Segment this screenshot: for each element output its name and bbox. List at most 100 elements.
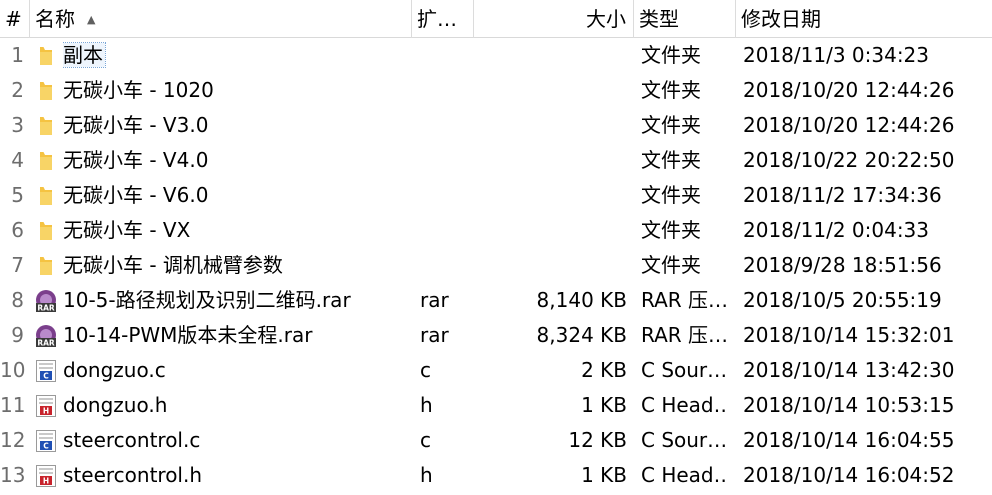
file-size xyxy=(475,143,627,178)
row-index: 8 xyxy=(11,288,24,312)
svg-text:H: H xyxy=(43,407,49,416)
file-ext xyxy=(420,213,470,248)
file-size xyxy=(475,73,627,108)
file-type: C Sour… xyxy=(641,358,728,382)
file-ext: rar xyxy=(420,323,449,347)
file-modified: 2018/11/2 0:04:33 xyxy=(743,218,930,242)
file-row[interactable]: 12 Csteercontrol.c c 12 KB C Sour… 2018/10/14… xyxy=(0,423,992,458)
row-index: 11 xyxy=(0,393,26,417)
file-name[interactable]: 无碳小车 - VX xyxy=(63,213,408,248)
file-size xyxy=(475,213,627,248)
file-type: RAR 压… xyxy=(641,288,729,312)
c-header-file-icon: H xyxy=(34,464,58,488)
file-type: C Head… xyxy=(641,393,729,417)
file-name[interactable]: 无碳小车 - V6.0 xyxy=(63,178,408,213)
file-row[interactable]: 6 无碳小车 - VX 文件夹 2018/11/2 0:04:33 xyxy=(0,213,992,248)
file-row[interactable]: 5 无碳小车 - V6.0 文件夹 2018/11/2 17:34:36 xyxy=(0,178,992,213)
file-type: 文件夹 xyxy=(641,113,701,137)
row-index: 6 xyxy=(11,218,24,242)
file-name[interactable]: steercontrol.c xyxy=(63,423,408,458)
file-modified: 2018/10/20 12:44:26 xyxy=(743,78,955,102)
file-size: 8,140 KB xyxy=(536,288,627,312)
column-header-bar: # 名称 ▲ 扩… 大小 类型 修改日期 xyxy=(0,0,992,38)
c-source-file-icon: C xyxy=(34,429,58,453)
file-type: 文件夹 xyxy=(641,218,701,242)
column-header-size[interactable]: 大小 xyxy=(474,0,634,38)
file-modified: 2018/11/2 17:34:36 xyxy=(743,183,942,207)
row-index: 4 xyxy=(11,148,24,172)
file-ext: c xyxy=(420,428,431,452)
column-header-ext[interactable]: 扩… xyxy=(412,0,474,38)
file-ext: h xyxy=(420,463,433,487)
row-index: 9 xyxy=(11,323,24,347)
file-type: RAR 压… xyxy=(641,323,729,347)
file-size: 2 KB xyxy=(581,358,627,382)
file-modified: 2018/10/14 10:53:15 xyxy=(743,393,955,417)
column-header-modified[interactable]: 修改日期 xyxy=(736,0,992,38)
column-header-name[interactable]: 名称 ▲ xyxy=(30,0,412,38)
file-row[interactable]: 4 无碳小车 - V4.0 文件夹 2018/10/22 20:22:50 xyxy=(0,143,992,178)
file-ext xyxy=(420,143,470,178)
file-name[interactable]: dongzuo.h xyxy=(63,388,408,423)
folder-icon xyxy=(34,184,58,208)
file-row[interactable]: 3 无碳小车 - V3.0 文件夹 2018/10/20 12:44:26 xyxy=(0,108,992,143)
folder-icon xyxy=(34,44,58,68)
file-row[interactable]: 7 无碳小车 - 调机械臂参数 文件夹 2018/9/28 18:51:56 xyxy=(0,248,992,283)
file-name[interactable]: 副本 xyxy=(63,38,408,73)
file-name[interactable]: 10-5-路径规划及识别二维码.rar xyxy=(63,283,408,318)
file-list: # 名称 ▲ 扩… 大小 类型 修改日期 1 副本 文件夹 2018/11/3 0:34… xyxy=(0,0,992,495)
file-row[interactable]: 11 Hdongzuo.h h 1 KB C Head… 2018/10/14 10:53… xyxy=(0,388,992,423)
file-type: 文件夹 xyxy=(641,148,701,172)
column-header-type[interactable]: 类型 xyxy=(634,0,736,38)
folder-icon xyxy=(34,254,58,278)
file-name[interactable]: 10-14-PWM版本未全程.rar xyxy=(63,318,408,353)
file-ext xyxy=(420,73,470,108)
folder-icon xyxy=(34,79,58,103)
file-name[interactable]: 无碳小车 - 调机械臂参数 xyxy=(63,248,408,283)
file-ext xyxy=(420,38,470,73)
file-modified: 2018/10/14 16:04:52 xyxy=(743,463,955,487)
row-index: 5 xyxy=(11,183,24,207)
file-modified: 2018/10/14 16:04:55 xyxy=(743,428,955,452)
file-ext xyxy=(420,178,470,213)
file-rows: 1 副本 文件夹 2018/11/3 0:34:23 2 无碳小车 - 1020 文件夹 20… xyxy=(0,38,992,493)
file-modified: 2018/9/28 18:51:56 xyxy=(743,253,942,277)
file-type: C Head… xyxy=(641,463,729,487)
file-row[interactable]: 2 无碳小车 - 1020 文件夹 2018/10/20 12:44:26 xyxy=(0,73,992,108)
row-index: 10 xyxy=(0,358,26,382)
file-modified: 2018/10/14 13:42:30 xyxy=(743,358,955,382)
sort-ascending-icon: ▲ xyxy=(87,13,96,26)
file-size xyxy=(475,178,627,213)
file-name[interactable]: steercontrol.h xyxy=(63,458,408,493)
row-index: 7 xyxy=(11,253,24,277)
rar-archive-icon: RAR xyxy=(34,289,58,313)
folder-icon xyxy=(34,219,58,243)
folder-icon xyxy=(34,114,58,138)
file-name[interactable]: dongzuo.c xyxy=(63,353,408,388)
rar-archive-icon: RAR xyxy=(34,324,58,348)
file-modified: 2018/10/5 20:55:19 xyxy=(743,288,942,312)
file-row[interactable]: 1 副本 文件夹 2018/11/3 0:34:23 xyxy=(0,38,992,73)
file-row[interactable]: 8 RAR 10-5-路径规划及识别二维码.rar rar 8,140 KB RAR 压…… xyxy=(0,283,992,318)
row-index: 2 xyxy=(11,78,24,102)
file-size xyxy=(475,108,627,143)
file-name[interactable]: 无碳小车 - 1020 xyxy=(63,73,408,108)
file-name[interactable]: 无碳小车 - V4.0 xyxy=(63,143,408,178)
file-row[interactable]: 13 Hsteercontrol.h h 1 KB C Head… 2018/10/14 … xyxy=(0,458,992,493)
svg-text:RAR: RAR xyxy=(37,339,55,348)
file-modified: 2018/10/20 12:44:26 xyxy=(743,113,955,137)
file-size: 1 KB xyxy=(581,463,627,487)
file-modified: 2018/11/3 0:34:23 xyxy=(743,43,930,67)
file-type: 文件夹 xyxy=(641,253,701,277)
file-row[interactable]: 9 RAR 10-14-PWM版本未全程.rar rar 8,324 KB RAR 压… 2… xyxy=(0,318,992,353)
row-index: 1 xyxy=(11,43,24,67)
column-header-index[interactable]: # xyxy=(0,0,30,38)
file-size: 1 KB xyxy=(581,393,627,417)
file-row[interactable]: 10 Cdongzuo.c c 2 KB C Sour… 2018/10/14 13:42… xyxy=(0,353,992,388)
svg-text:C: C xyxy=(43,372,49,381)
file-name[interactable]: 无碳小车 - V3.0 xyxy=(63,108,408,143)
svg-text:H: H xyxy=(43,477,49,486)
file-size xyxy=(475,248,627,283)
file-type: 文件夹 xyxy=(641,43,701,67)
row-index: 12 xyxy=(0,428,26,452)
